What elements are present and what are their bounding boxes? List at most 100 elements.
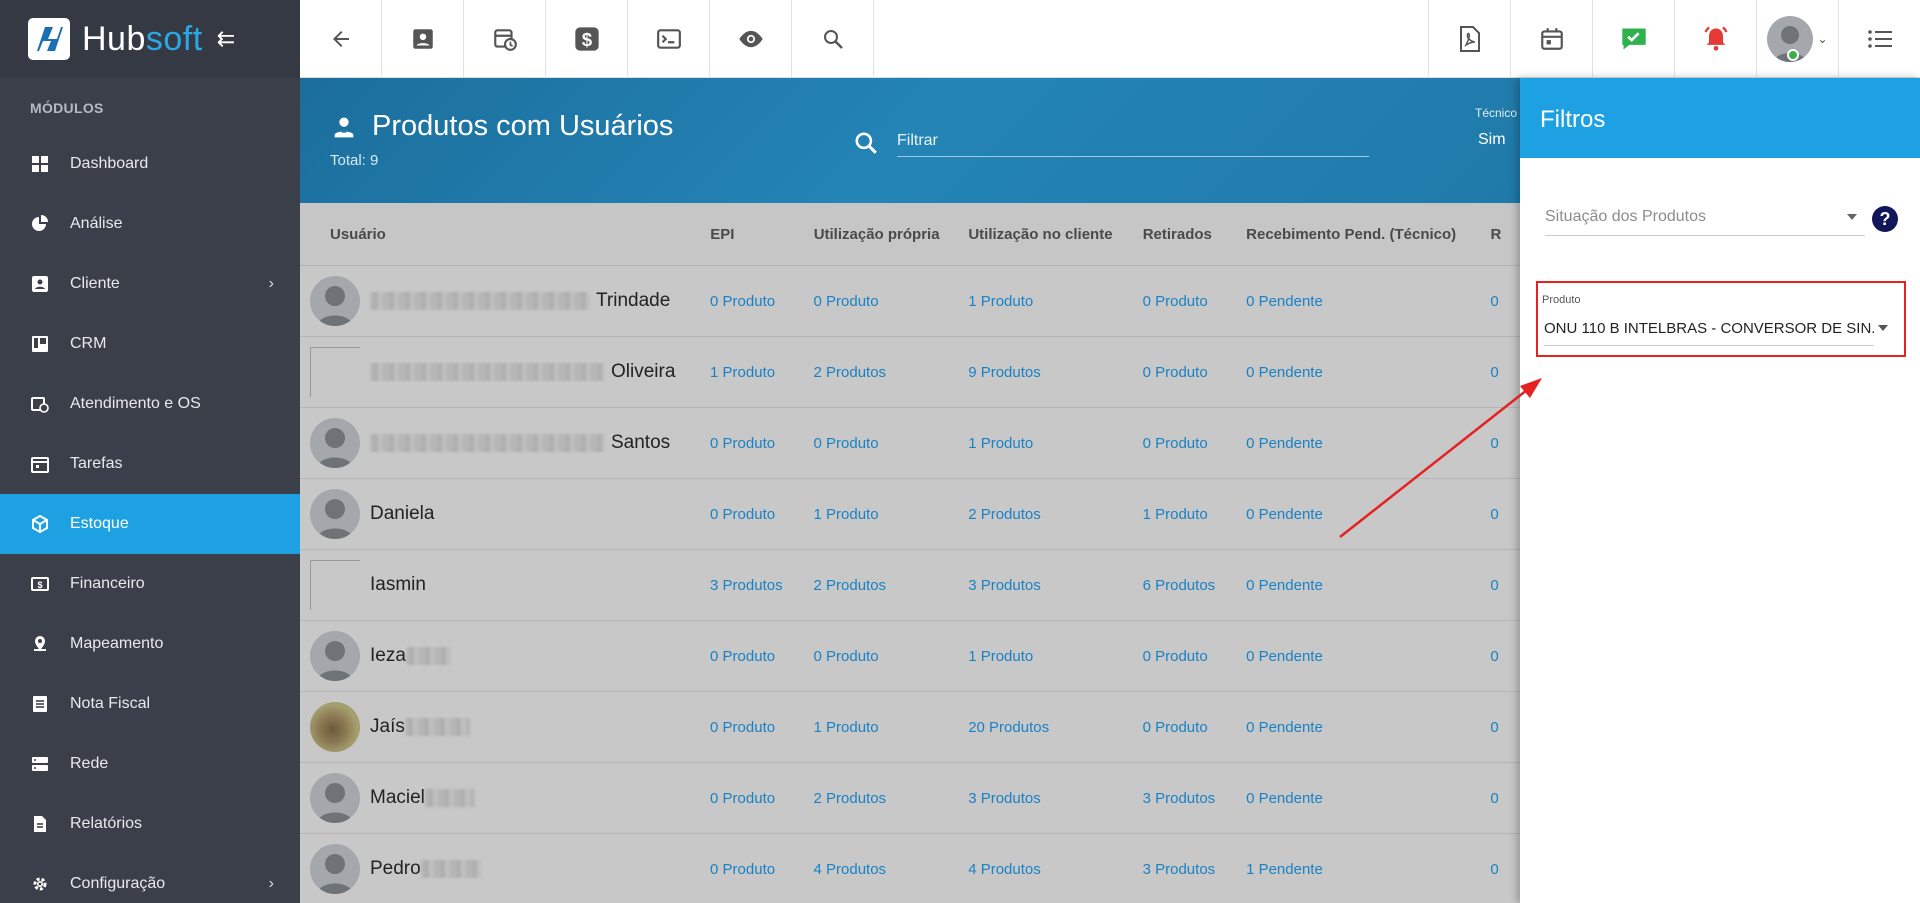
table-row[interactable]: Trindade 0 Produto 0 Produto 1 Produto 0 Pro…: [300, 266, 1520, 337]
cell-retirados-link[interactable]: 6 Produtos: [1143, 577, 1246, 594]
column-header-utilizacao-propria[interactable]: Utilização própria: [814, 226, 969, 243]
cell-cliente-link[interactable]: 3 Produtos: [968, 577, 1142, 594]
cell-epi-link[interactable]: 0 Produto: [710, 790, 813, 807]
sidebar-item-relat-rios[interactable]: Relatórios: [0, 794, 300, 854]
cell-propria-link[interactable]: 1 Produto: [814, 719, 969, 736]
cell-cliente-link[interactable]: 3 Produtos: [968, 790, 1142, 807]
cell-epi-link[interactable]: 0 Produto: [710, 435, 813, 452]
sidebar-item-configura-o[interactable]: Configuração ›: [0, 854, 300, 903]
cell-truncated-link[interactable]: 0: [1490, 577, 1520, 594]
cell-recebimento-link[interactable]: 0 Pendente: [1246, 719, 1490, 736]
table-row[interactable]: Maciel 0 Produto 2 Produtos 3 Produtos 3 Pro…: [300, 763, 1520, 834]
sidebar-item-cliente[interactable]: Cliente ›: [0, 254, 300, 314]
cell-epi-link[interactable]: 0 Produto: [710, 293, 813, 310]
cell-epi-link[interactable]: 0 Produto: [710, 648, 813, 665]
sidebar-item-mapeamento[interactable]: Mapeamento: [0, 614, 300, 674]
cell-recebimento-link[interactable]: 0 Pendente: [1246, 506, 1490, 523]
cell-cliente-link[interactable]: 20 Produtos: [968, 719, 1142, 736]
cell-propria-link[interactable]: 4 Produtos: [814, 861, 969, 878]
collapse-sidebar-icon[interactable]: ⇇: [217, 26, 235, 52]
cell-truncated-link[interactable]: 0: [1490, 790, 1520, 807]
sidebar-item-rede[interactable]: Rede: [0, 734, 300, 794]
column-header-epi[interactable]: EPI: [710, 226, 813, 243]
cell-retirados-link[interactable]: 0 Produto: [1143, 435, 1246, 452]
cell-cliente-link[interactable]: 1 Produto: [968, 648, 1142, 665]
view-button[interactable]: [710, 0, 792, 78]
cell-propria-link[interactable]: 0 Produto: [814, 648, 969, 665]
sidebar-item-tarefas[interactable]: Tarefas: [0, 434, 300, 494]
cell-truncated-link[interactable]: 0: [1490, 719, 1520, 736]
cell-recebimento-link[interactable]: 0 Pendente: [1246, 577, 1490, 594]
cell-cliente-link[interactable]: 2 Produtos: [968, 506, 1142, 523]
produto-select[interactable]: ONU 110 B INTELBRAS - CONVERSOR DE SIN..…: [1544, 316, 1874, 346]
approve-button[interactable]: [1592, 0, 1674, 78]
cell-retirados-link[interactable]: 0 Produto: [1143, 293, 1246, 310]
cell-recebimento-link[interactable]: 0 Pendente: [1246, 648, 1490, 665]
table-row[interactable]: Oliveira 1 Produto 2 Produtos 9 Produtos 0 P…: [300, 337, 1520, 408]
column-header-utilizacao-cliente[interactable]: Utilização no cliente: [968, 226, 1142, 243]
table-row[interactable]: Ieza 0 Produto 0 Produto 1 Produto 0 Produto…: [300, 621, 1520, 692]
cell-epi-link[interactable]: 0 Produto: [710, 506, 813, 523]
cell-recebimento-link[interactable]: 0 Pendente: [1246, 790, 1490, 807]
cell-recebimento-link[interactable]: 0 Pendente: [1246, 364, 1490, 381]
cell-epi-link[interactable]: 1 Produto: [710, 364, 813, 381]
contact-button[interactable]: [382, 0, 464, 78]
situacao-produtos-select[interactable]: Situação dos Produtos: [1545, 196, 1865, 236]
cell-cliente-link[interactable]: 1 Produto: [968, 293, 1142, 310]
table-row[interactable]: Santos 0 Produto 0 Produto 1 Produto 0 Produ…: [300, 408, 1520, 479]
cell-recebimento-link[interactable]: 0 Pendente: [1246, 435, 1490, 452]
alerts-button[interactable]: [1674, 0, 1756, 78]
cell-cliente-link[interactable]: 1 Produto: [968, 435, 1142, 452]
sidebar-item-nota-fiscal[interactable]: Nota Fiscal: [0, 674, 300, 734]
sidebar-item-atendimento-e-os[interactable]: Atendimento e OS: [0, 374, 300, 434]
cell-recebimento-link[interactable]: 0 Pendente: [1246, 293, 1490, 310]
help-icon[interactable]: ?: [1872, 206, 1898, 232]
cell-truncated-link[interactable]: 0: [1490, 861, 1520, 878]
sidebar-item-crm[interactable]: CRM: [0, 314, 300, 374]
column-header-usuario[interactable]: Usuário: [300, 226, 710, 243]
cell-epi-link[interactable]: 3 Produtos: [710, 577, 813, 594]
cell-cliente-link[interactable]: 4 Produtos: [968, 861, 1142, 878]
terminal-button[interactable]: [628, 0, 710, 78]
pdf-button[interactable]: [1428, 0, 1510, 78]
cell-epi-link[interactable]: 0 Produto: [710, 861, 813, 878]
column-header-truncated[interactable]: R: [1490, 226, 1520, 243]
cell-truncated-link[interactable]: 0: [1490, 506, 1520, 523]
cell-truncated-link[interactable]: 0: [1490, 293, 1520, 310]
cell-propria-link[interactable]: 0 Produto: [814, 293, 969, 310]
schedule-button[interactable]: [464, 0, 546, 78]
cell-propria-link[interactable]: 0 Produto: [814, 435, 969, 452]
finance-button[interactable]: $: [546, 0, 628, 78]
calendar-button[interactable]: [1510, 0, 1592, 78]
list-menu-button[interactable]: [1838, 0, 1920, 78]
filter-input[interactable]: [897, 125, 1369, 157]
sidebar-item-an-lise[interactable]: Análise: [0, 194, 300, 254]
tecnico-select[interactable]: Sim: [1478, 131, 1506, 149]
cell-truncated-link[interactable]: 0: [1490, 648, 1520, 665]
cell-retirados-link[interactable]: 1 Produto: [1143, 506, 1246, 523]
cell-recebimento-link[interactable]: 1 Pendente: [1246, 861, 1490, 878]
table-row[interactable]: Jaís 0 Produto 1 Produto 20 Produtos 0 Produ…: [300, 692, 1520, 763]
column-header-recebimento-pendente[interactable]: Recebimento Pend. (Técnico): [1246, 226, 1490, 243]
table-row[interactable]: Daniela 0 Produto 1 Produto 2 Produtos 1 Pro…: [300, 479, 1520, 550]
cell-retirados-link[interactable]: 3 Produtos: [1143, 861, 1246, 878]
cell-propria-link[interactable]: 1 Produto: [814, 506, 969, 523]
sidebar-item-estoque[interactable]: Estoque: [0, 494, 300, 554]
cell-cliente-link[interactable]: 9 Produtos: [968, 364, 1142, 381]
cell-retirados-link[interactable]: 0 Produto: [1143, 364, 1246, 381]
cell-propria-link[interactable]: 2 Produtos: [814, 577, 969, 594]
cell-propria-link[interactable]: 2 Produtos: [814, 364, 969, 381]
cell-retirados-link[interactable]: 0 Produto: [1143, 648, 1246, 665]
table-row[interactable]: Iasmin 3 Produtos 2 Produtos 3 Produtos 6 Pr…: [300, 550, 1520, 621]
cell-truncated-link[interactable]: 0: [1490, 364, 1520, 381]
back-button[interactable]: [300, 0, 382, 78]
column-header-retirados[interactable]: Retirados: [1143, 226, 1246, 243]
cell-retirados-link[interactable]: 3 Produtos: [1143, 790, 1246, 807]
sidebar-item-financeiro[interactable]: $ Financeiro: [0, 554, 300, 614]
user-menu-button[interactable]: ⌄: [1756, 0, 1838, 78]
cell-retirados-link[interactable]: 0 Produto: [1143, 719, 1246, 736]
sidebar-item-dashboard[interactable]: Dashboard: [0, 134, 300, 194]
cell-truncated-link[interactable]: 0: [1490, 435, 1520, 452]
cell-epi-link[interactable]: 0 Produto: [710, 719, 813, 736]
search-button[interactable]: [792, 0, 874, 78]
